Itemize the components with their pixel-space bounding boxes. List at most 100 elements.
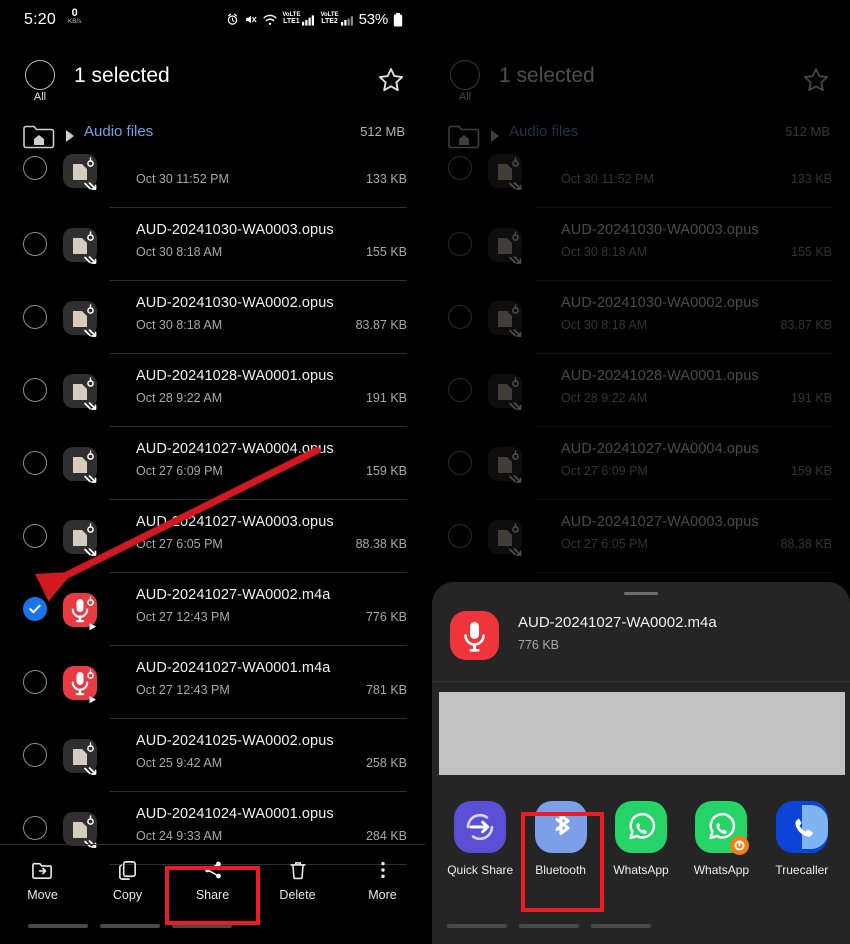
breadcrumb-path[interactable]: Audio files xyxy=(84,123,153,140)
file-name: AUD-20241027-WA0002.m4a xyxy=(136,587,331,603)
file-checkbox[interactable] xyxy=(448,378,472,402)
gesture-bar-segment xyxy=(28,924,88,928)
file-list-row[interactable]: AUD-20241028-WA0001.opus Oct 28 9:22 AM 19… xyxy=(0,354,425,427)
file-checkbox[interactable] xyxy=(23,524,47,548)
file-list-row[interactable]: AUD-20241030-WA0003.opus Oct 30 8:18 AM 15… xyxy=(425,208,850,281)
file-list-row[interactable]: AUD-20241027-WA0001.m4a Oct 27 12:43 PM 78… xyxy=(0,646,425,719)
file-list[interactable]: Oct 30 11:52 PM 133 KB AUD-20241030-WA000… xyxy=(0,154,425,865)
file-checkbox-checked[interactable] xyxy=(23,597,47,621)
file-checkbox[interactable] xyxy=(23,156,47,180)
file-checkbox[interactable] xyxy=(448,524,472,548)
file-name: AUD-20241027-WA0003.opus xyxy=(561,514,759,530)
sim2-signal: VoLTE LTE2 xyxy=(320,12,353,26)
voice-recording-icon xyxy=(63,666,97,704)
file-list-row[interactable]: AUD-20241027-WA0002.m4a Oct 27 12:43 PM 77… xyxy=(0,573,425,646)
gesture-bar-segment xyxy=(172,924,232,928)
sim1-network-label: LTE1 xyxy=(283,18,300,26)
audio-file-icon xyxy=(63,520,97,556)
file-date: Oct 28 9:22 AM xyxy=(136,391,223,405)
file-list-row[interactable]: AUD-20241030-WA0003.opus Oct 30 8:18 AM 15… xyxy=(0,208,425,281)
move-to-folder-icon xyxy=(31,859,54,881)
selection-count-title: 1 selected xyxy=(74,64,170,87)
file-list-row[interactable]: AUD-20241027-WA0004.opus Oct 27 6:09 PM 15… xyxy=(425,427,850,500)
select-all-checkbox[interactable] xyxy=(450,60,480,90)
file-type-icon xyxy=(62,518,102,558)
toolbar-more-button[interactable]: More xyxy=(340,845,425,916)
file-checkbox[interactable] xyxy=(23,816,47,840)
file-list-row[interactable]: AUD-20241027-WA0003.opus Oct 27 6:05 PM 88… xyxy=(425,500,850,573)
share-target-bluetooth[interactable]: Bluetooth xyxy=(520,801,600,877)
file-checkbox[interactable] xyxy=(448,305,472,329)
file-checkbox[interactable] xyxy=(23,378,47,402)
battery-percentage: 53% xyxy=(358,11,389,28)
selection-count-title: 1 selected xyxy=(499,64,595,87)
file-checkbox[interactable] xyxy=(448,156,472,180)
data-rate-indicator: 0 KB/s xyxy=(68,8,81,26)
audio-file-icon xyxy=(63,301,97,337)
sim1-signal: VoLTE LTE1 xyxy=(282,12,315,26)
file-size: 159 KB xyxy=(790,464,832,478)
selection-action-bar: All 1 selected xyxy=(425,58,850,114)
file-name: AUD-20241030-WA0002.opus xyxy=(561,295,759,311)
file-checkbox[interactable] xyxy=(23,232,47,256)
favorite-button[interactable] xyxy=(377,66,407,96)
file-name: AUD-20241027-WA0001.m4a xyxy=(136,660,331,676)
share-target-whatsapp-business[interactable]: WhatsApp xyxy=(681,801,761,877)
share-target-label: WhatsApp xyxy=(693,863,750,877)
select-all-label: All xyxy=(458,91,472,103)
home-folder-button[interactable] xyxy=(22,122,56,155)
toolbar-label: Delete xyxy=(279,888,316,902)
home-folder-button[interactable] xyxy=(447,122,481,155)
file-type-icon xyxy=(487,299,527,339)
toolbar-delete-button[interactable]: Delete xyxy=(255,845,340,916)
battery-icon xyxy=(393,12,403,27)
file-list-row[interactable]: AUD-20241025-WA0002.opus Oct 25 9:42 AM 25… xyxy=(0,719,425,792)
select-all-checkbox[interactable] xyxy=(25,60,55,90)
file-list-row[interactable]: AUD-20241027-WA0003.opus Oct 27 6:05 PM 88… xyxy=(0,500,425,573)
file-checkbox[interactable] xyxy=(23,451,47,475)
file-size: 258 KB xyxy=(365,756,407,770)
file-size: 191 KB xyxy=(365,391,407,405)
breadcrumb: Audio files 512 MB xyxy=(0,122,425,156)
file-name: AUD-20241024-WA0001.opus xyxy=(136,806,334,822)
file-checkbox[interactable] xyxy=(23,670,47,694)
screenshot-root: 5:20 0 KB/s VoLTE LTE1 VoLTE LTE2 53% Al… xyxy=(0,0,850,944)
toolbar-copy-button[interactable]: Copy xyxy=(85,845,170,916)
share-target-truecaller[interactable]: Truecaller xyxy=(762,801,842,877)
audio-file-icon xyxy=(488,154,522,190)
truecaller-icon xyxy=(775,801,828,853)
file-list-row[interactable]: AUD-20241030-WA0002.opus Oct 30 8:18 AM 83… xyxy=(425,281,850,354)
file-checkbox[interactable] xyxy=(23,743,47,767)
share-icon xyxy=(202,859,224,881)
file-list-row[interactable]: Oct 30 11:52 PM 133 KB xyxy=(425,154,850,208)
signal-bars-icon xyxy=(302,15,315,26)
share-target-quick-share[interactable]: Quick Share xyxy=(440,801,520,877)
file-name: AUD-20241030-WA0003.opus xyxy=(136,222,334,238)
drag-handle[interactable] xyxy=(624,592,658,595)
file-type-icon xyxy=(487,445,527,485)
file-checkbox[interactable] xyxy=(448,451,472,475)
status-bar-icons: VoLTE LTE1 VoLTE LTE2 53% xyxy=(226,11,403,28)
breadcrumb-path[interactable]: Audio files xyxy=(509,123,578,140)
file-checkbox[interactable] xyxy=(23,305,47,329)
file-size: 88.38 KB xyxy=(355,537,407,551)
select-all-button[interactable]: All xyxy=(445,60,485,103)
signal-bars-icon xyxy=(340,15,353,26)
share-target-whatsapp[interactable]: WhatsApp xyxy=(601,801,681,877)
toolbar-move-button[interactable]: Move xyxy=(0,845,85,916)
file-list-row[interactable]: Oct 30 11:52 PM 133 KB xyxy=(0,154,425,208)
file-type-icon xyxy=(487,372,527,412)
file-date: Oct 27 12:43 PM xyxy=(136,610,230,624)
whatsapp-icon xyxy=(615,801,668,853)
audio-file-icon xyxy=(488,301,522,337)
file-list-row[interactable]: AUD-20241027-WA0004.opus Oct 27 6:09 PM 15… xyxy=(0,427,425,500)
copy-icon xyxy=(116,859,139,881)
file-list-row[interactable]: AUD-20241030-WA0002.opus Oct 30 8:18 AM 83… xyxy=(0,281,425,354)
select-all-button[interactable]: All xyxy=(20,60,60,103)
file-list-row[interactable]: AUD-20241028-WA0001.opus Oct 28 9:22 AM 19… xyxy=(425,354,850,427)
file-checkbox[interactable] xyxy=(448,232,472,256)
toolbar-share-button[interactable]: Share xyxy=(170,845,255,916)
favorite-button[interactable] xyxy=(802,66,832,96)
share-target-apps[interactable]: Quick Share Bluetooth WhatsApp WhatsApp True… xyxy=(432,801,850,877)
file-type-icon xyxy=(62,591,102,631)
